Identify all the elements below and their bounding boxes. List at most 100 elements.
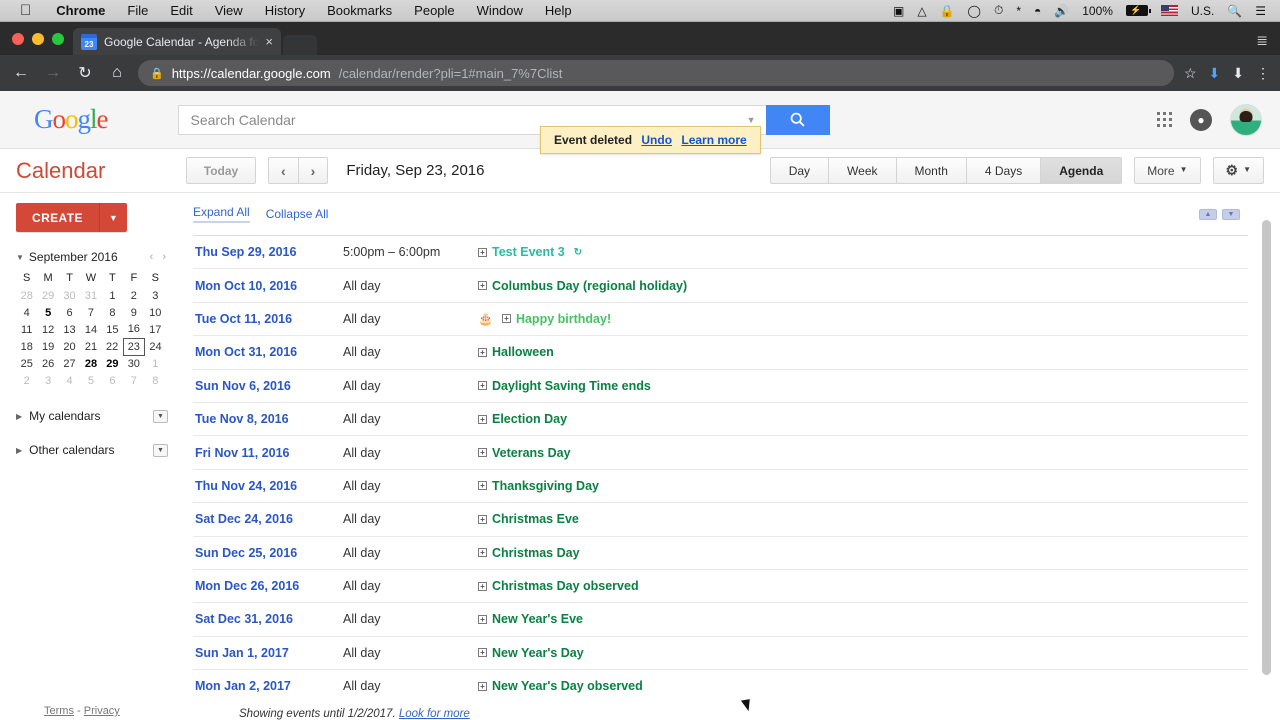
look-for-more-link[interactable]: Look for more (399, 708, 470, 720)
undo-link[interactable]: Undo (641, 133, 672, 147)
agenda-row[interactable]: Mon Oct 31, 2016 All day + Halloween (193, 335, 1248, 368)
expand-event-icon[interactable]: + (478, 481, 487, 491)
agenda-row-title[interactable]: + Columbus Day (regional holiday) (478, 279, 687, 293)
agenda-row[interactable]: Fri Nov 11, 2016 All day + Veterans Day (193, 435, 1248, 468)
agenda-row-title[interactable]: + Veterans Day (478, 446, 571, 460)
expand-event-icon[interactable]: + (478, 414, 487, 424)
volume-icon[interactable]: 🔊 (1054, 4, 1069, 18)
extension-icon[interactable]: ⬇ (1232, 65, 1244, 82)
menu-item-history[interactable]: History (254, 3, 316, 18)
zoom-in-icon[interactable]: ▼ (1222, 208, 1240, 220)
agenda-row-title[interactable]: + New Year's Eve (478, 612, 583, 626)
browser-tab[interactable]: 23 Google Calendar - Agenda for × (73, 28, 281, 55)
mini-calendar-day[interactable]: 1 (102, 287, 123, 304)
bell-icon[interactable]: ● (1190, 108, 1212, 131)
agenda-row-title[interactable]: + Test Event 3 ↻ (478, 245, 582, 259)
agenda-row[interactable]: Tue Oct 11, 2016 All day 🎂 + Happy birthday! (193, 301, 1248, 335)
mini-calendar-day[interactable]: 30 (123, 355, 144, 372)
spotlight-search-icon[interactable]: 🔍 (1227, 4, 1242, 18)
agenda-row[interactable]: Sat Dec 24, 2016 All day + Christmas Eve (193, 502, 1248, 535)
agenda-row-title[interactable]: + Christmas Day observed (478, 579, 639, 593)
expand-event-icon[interactable]: + (478, 614, 487, 624)
close-tab-button[interactable]: × (265, 34, 273, 49)
mini-calendar-day[interactable]: 5 (80, 372, 101, 389)
mini-calendar-day[interactable]: 7 (80, 304, 101, 321)
terms-link[interactable]: Terms (44, 705, 74, 717)
mini-calendar-day[interactable]: 9 (123, 304, 144, 321)
close-window-button[interactable] (12, 32, 24, 45)
mini-calendar-next-button[interactable]: › (162, 251, 166, 263)
mini-calendar-day[interactable]: 5 (37, 304, 58, 321)
messages-icon[interactable]: ◯ (968, 4, 981, 18)
agenda-row-date[interactable]: Tue Nov 8, 2016 (193, 412, 343, 426)
other-calendars-options-button[interactable]: ▼ (153, 443, 168, 457)
expand-event-icon[interactable]: + (478, 548, 487, 558)
expand-event-icon[interactable]: + (478, 381, 487, 391)
agenda-row[interactable]: Sun Nov 6, 2016 All day + Daylight Saving T… (193, 368, 1248, 402)
time-machine-icon[interactable]: ⏱ (994, 3, 1003, 18)
agenda-row-date[interactable]: Sun Nov 6, 2016 (193, 379, 343, 393)
mini-calendar-day[interactable]: 2 (16, 372, 37, 389)
screen-recording-icon[interactable]: ▣ (893, 4, 904, 18)
mini-calendar-day[interactable]: 3 (145, 287, 166, 304)
expand-all-link[interactable]: Expand All (193, 205, 250, 223)
menu-item-chrome[interactable]: Chrome (45, 3, 116, 18)
address-bar[interactable]: 🔒 https://calendar.google.com /calendar/… (138, 60, 1174, 86)
today-button[interactable]: Today (186, 157, 256, 184)
mini-calendar-day[interactable]: 27 (59, 355, 80, 372)
agenda-row[interactable]: Mon Oct 10, 2016 All day + Columbus Day (re… (193, 268, 1248, 301)
learn-more-link[interactable]: Learn more (681, 133, 746, 147)
reload-button[interactable]: ↻ (74, 63, 96, 83)
agenda-row-title[interactable]: + Christmas Day (478, 546, 580, 560)
agenda-row-date[interactable]: Thu Nov 24, 2016 (193, 479, 343, 493)
search-button[interactable] (765, 104, 830, 135)
agenda-row-date[interactable]: Sat Dec 31, 2016 (193, 612, 343, 626)
privacy-link[interactable]: Privacy (84, 705, 120, 717)
agenda-scrollbar[interactable] (1262, 220, 1271, 692)
mini-calendar-day[interactable]: 25 (16, 355, 37, 372)
download-icon[interactable]: ⬇ (1209, 65, 1221, 82)
mini-calendar-day[interactable]: 15 (102, 321, 123, 338)
agenda-row-title[interactable]: 🎂 + Happy birthday! (478, 312, 611, 326)
mini-calendar-day[interactable]: 17 (145, 321, 166, 338)
expand-event-icon[interactable]: + (478, 448, 487, 458)
menu-item-help[interactable]: Help (534, 3, 583, 18)
mini-calendar-day[interactable]: 7 (123, 372, 144, 389)
mini-calendar-day[interactable]: 12 (37, 321, 58, 338)
mini-calendar-day[interactable]: 24 (145, 338, 166, 355)
agenda-row[interactable]: Sat Dec 31, 2016 All day + New Year's Eve (193, 602, 1248, 635)
menu-item-file[interactable]: File (116, 3, 159, 18)
agenda-row-date[interactable]: Sun Jan 1, 2017 (193, 646, 343, 660)
mini-calendar-day[interactable]: 26 (37, 355, 58, 372)
mini-calendar-prev-button[interactable]: ‹ (150, 251, 154, 263)
agenda-row-date[interactable]: Sun Dec 25, 2016 (193, 546, 343, 560)
mini-calendar-day[interactable]: 3 (37, 372, 58, 389)
tab-4days[interactable]: 4 Days (966, 157, 1042, 184)
tab-agenda[interactable]: Agenda (1041, 157, 1123, 184)
mini-calendar-day[interactable]: 4 (16, 304, 37, 321)
agenda-row[interactable]: Thu Nov 24, 2016 All day + Thanksgiving Day (193, 468, 1248, 502)
maximize-window-button[interactable] (52, 32, 64, 45)
agenda-row-date[interactable]: Fri Nov 11, 2016 (193, 446, 343, 460)
agenda-row-date[interactable]: Mon Oct 31, 2016 (193, 345, 343, 359)
mini-calendar-day[interactable]: 13 (59, 321, 80, 338)
my-calendars-options-button[interactable]: ▼ (153, 409, 168, 423)
mini-calendar-day[interactable]: 8 (102, 304, 123, 321)
tab-day[interactable]: Day (769, 157, 830, 184)
minimize-window-button[interactable] (32, 32, 44, 45)
previous-period-button[interactable]: ‹ (268, 157, 299, 184)
google-logo[interactable]: Google (34, 104, 108, 135)
menu-item-bookmarks[interactable]: Bookmarks (316, 3, 403, 18)
expand-event-icon[interactable]: + (478, 281, 487, 291)
agenda-row-title[interactable]: + Halloween (478, 345, 554, 359)
mini-calendar-day[interactable]: 28 (80, 355, 101, 372)
agenda-row[interactable]: Mon Jan 2, 2017 All day + New Year's Day ob… (193, 669, 1248, 702)
window-menu-icon[interactable]: ≣ (1256, 32, 1280, 55)
agenda-row-title[interactable]: + Daylight Saving Time ends (478, 379, 651, 393)
agenda-row-title[interactable]: + New Year's Day observed (478, 679, 643, 693)
agenda-row[interactable]: Tue Nov 8, 2016 All day + Election Day (193, 401, 1248, 435)
mini-calendar-day[interactable]: 19 (37, 338, 58, 355)
mini-calendar-day[interactable]: 16 (123, 321, 144, 338)
mini-calendar-day[interactable]: 28 (16, 287, 37, 304)
agenda-row-date[interactable]: Mon Dec 26, 2016 (193, 579, 343, 593)
